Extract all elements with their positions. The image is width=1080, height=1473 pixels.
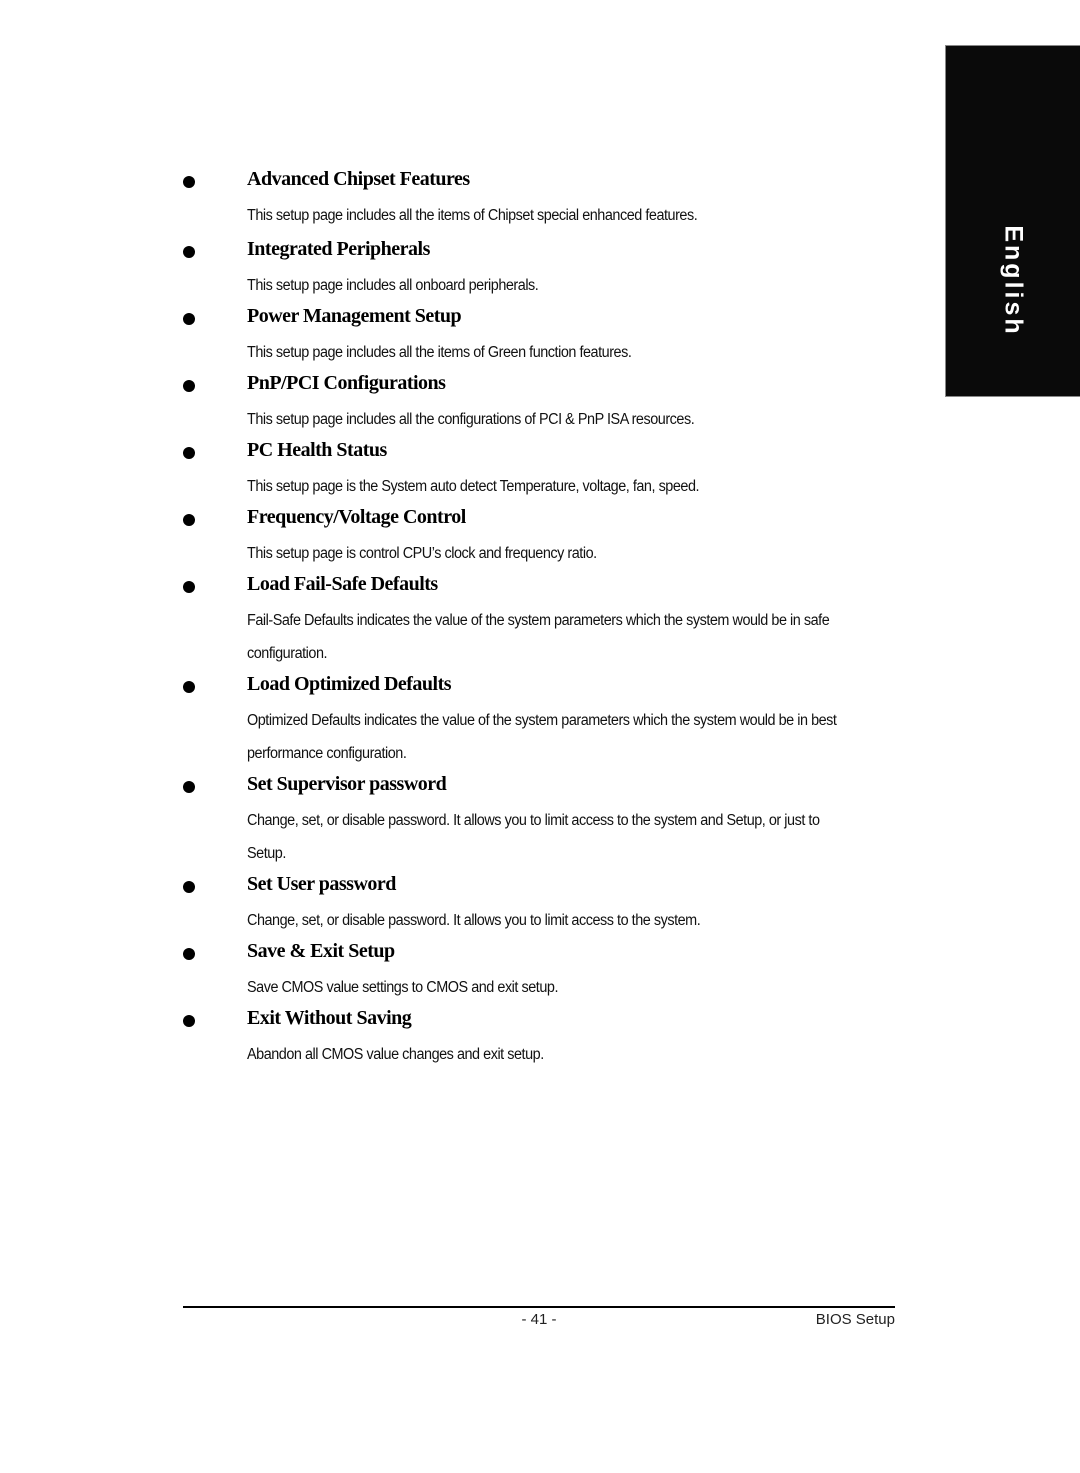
language-side-tab: English bbox=[945, 45, 1080, 397]
bullet-icon bbox=[183, 781, 195, 793]
bullet-icon bbox=[183, 246, 195, 258]
item-description: This setup page is the System auto detec… bbox=[247, 478, 700, 495]
item-description: Change, set, or disable password. It all… bbox=[247, 812, 820, 862]
footer-section-title: BIOS Setup bbox=[815, 1311, 895, 1328]
item-heading: Power Management Setup bbox=[247, 305, 462, 327]
item-heading: Advanced Chipset Features bbox=[247, 168, 470, 190]
item-description: Change, set, or disable password. It all… bbox=[247, 912, 701, 929]
item-heading: Load Optimized Defaults bbox=[247, 673, 452, 695]
item-heading: PC Health Status bbox=[247, 439, 387, 461]
bullet-icon bbox=[183, 581, 195, 593]
item-description: Save CMOS value settings to CMOS and exi… bbox=[247, 979, 558, 996]
item-heading: PnP/PCI Configurations bbox=[247, 372, 446, 394]
item-heading: Frequency/Voltage Control bbox=[247, 506, 466, 528]
item-description: This setup page includes all the items o… bbox=[247, 207, 698, 224]
bullet-icon bbox=[183, 681, 195, 693]
item-heading: Save & Exit Setup bbox=[247, 940, 395, 962]
bullet-icon bbox=[183, 948, 195, 960]
footer-divider bbox=[183, 1306, 895, 1308]
item-heading: Set User password bbox=[247, 873, 396, 895]
item-description: This setup page is control CPU’s clock a… bbox=[247, 545, 597, 562]
item-description: This setup page includes all the configu… bbox=[247, 411, 695, 428]
bullet-icon bbox=[183, 313, 195, 325]
item-description: Fail-Safe Defaults indicates the value o… bbox=[247, 612, 830, 662]
page-number: - 41 - bbox=[521, 1311, 557, 1328]
item-description: Optimized Defaults indicates the value o… bbox=[247, 712, 837, 762]
bullet-icon bbox=[183, 1015, 195, 1027]
item-description: This setup page includes all onboard per… bbox=[247, 277, 539, 294]
item-heading: Integrated Peripherals bbox=[247, 238, 430, 260]
item-heading: Set Supervisor password bbox=[247, 773, 447, 795]
bullet-icon bbox=[183, 447, 195, 459]
bullet-icon bbox=[183, 881, 195, 893]
bullet-icon bbox=[183, 176, 195, 188]
bullet-icon bbox=[183, 514, 195, 526]
item-heading: Exit Without Saving bbox=[247, 1007, 412, 1029]
item-description: Abandon all CMOS value changes and exit … bbox=[247, 1046, 544, 1063]
language-tab-label: English bbox=[999, 225, 1028, 337]
bullet-icon bbox=[183, 380, 195, 392]
item-heading: Load Fail-Safe Defaults bbox=[247, 573, 438, 595]
item-description: This setup page includes all the items o… bbox=[247, 344, 632, 361]
